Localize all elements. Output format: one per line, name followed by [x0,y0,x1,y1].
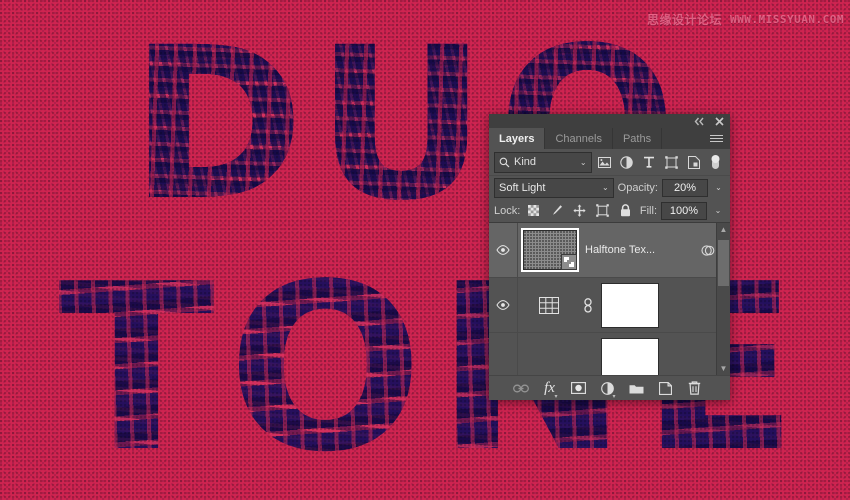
lock-artboard-nesting-icon[interactable] [593,202,612,220]
collapse-panel-icon[interactable] [694,116,705,127]
opacity-input[interactable]: 20% [662,178,708,197]
layer-mask-link-icon[interactable] [575,297,601,313]
lock-all-padlock-icon[interactable] [616,202,635,220]
scroll-down-arrow-icon[interactable]: ▼ [717,362,730,375]
close-icon[interactable] [714,116,725,127]
chevron-down-icon[interactable]: ▾ [554,393,557,400]
blend-mode-row[interactable]: Soft Light ⌄ Opacity: 20% ⌄ [489,176,730,199]
layer-style-button[interactable]: fx ▾ [541,379,559,400]
layers-list[interactable]: Halftone Tex... ⌄ [489,223,730,375]
watermark: 思缘设计论坛 WWW.MISSYUAN.COM [647,11,844,28]
watermark-site-name: 思缘设计论坛 [647,13,723,27]
layer-filter-row[interactable]: Kind ⌄ [489,149,730,176]
filter-kind-label: Kind [514,156,537,168]
layer-mask-thumbnail[interactable] [601,337,659,375]
scroll-track[interactable] [717,236,730,362]
search-icon [499,157,510,168]
filter-pixel-layers-icon[interactable] [596,153,614,172]
new-layer-button[interactable] [657,379,675,397]
filter-smart-objects-icon[interactable] [685,153,703,172]
layer-mask-thumbnail[interactable] [601,282,659,328]
panel-menu-icon[interactable] [706,128,730,149]
lock-image-pixels-brush-icon[interactable] [547,202,566,220]
lock-position-move-icon[interactable] [570,202,589,220]
opacity-label: Opacity: [617,181,658,194]
filter-type-layers-icon[interactable] [640,153,658,172]
tab-layers[interactable]: Layers [489,128,546,149]
fill-input[interactable]: 100% [661,201,707,220]
lock-transparent-pixels-icon[interactable] [524,202,543,220]
blend-mode-value: Soft Light [499,181,546,194]
add-layer-mask-button[interactable] [570,379,588,397]
fill-chevron-down-icon[interactable]: ⌄ [711,202,725,220]
layer-thumbnail[interactable] [521,228,579,272]
panel-titlebar [489,114,730,128]
layers-scrollbar[interactable]: ▲ ▼ [716,223,730,375]
photoshop-screenshot: DUO TONE 思缘设计论坛 WWW.MISSYUAN.COM Layers … [0,0,850,500]
layer-visibility-toggle[interactable] [489,223,518,277]
panel-tabs[interactable]: Layers Channels Paths [489,128,730,149]
table-row[interactable] [489,278,730,333]
table-row[interactable] [489,333,730,375]
watermark-url: WWW.MISSYUAN.COM [730,13,844,26]
opacity-chevron-down-icon[interactable]: ⌄ [712,179,725,197]
layer-visibility-toggle[interactable] [489,333,518,375]
layers-panel[interactable]: Layers Channels Paths Kind ⌄ Soft Light … [489,114,730,400]
chevron-down-icon[interactable]: ⌄ [580,158,587,167]
lock-row[interactable]: Lock: Fill: 100% ⌄ [489,199,730,223]
scroll-up-arrow-icon[interactable]: ▲ [717,223,730,236]
layers-panel-footer[interactable]: fx ▾ ▾ [489,375,730,400]
filter-kind-select[interactable]: Kind ⌄ [494,151,592,173]
pattern-fill-thumbnail[interactable] [523,296,575,314]
filter-adjustment-layers-icon[interactable] [618,153,636,172]
lock-label: Lock: [494,204,521,217]
delete-layer-button[interactable] [686,379,704,397]
tab-paths[interactable]: Paths [613,128,663,149]
link-layers-button[interactable] [512,379,530,397]
scroll-thumb[interactable] [718,240,729,286]
filter-shape-layers-icon[interactable] [662,153,680,172]
filter-enable-toggle[interactable] [707,153,725,172]
chevron-down-icon[interactable]: ⌄ [602,183,609,192]
tab-channels[interactable]: Channels [545,128,613,149]
layer-name[interactable]: Halftone Tex... [585,244,655,256]
new-group-button[interactable] [628,379,646,397]
fill-label: Fill: [639,204,657,217]
new-adjustment-layer-button[interactable]: ▾ [599,379,617,400]
chevron-down-icon[interactable]: ▾ [612,393,615,400]
blend-mode-select[interactable]: Soft Light ⌄ [494,177,614,198]
table-row[interactable]: Halftone Tex... ⌄ [489,223,730,278]
smart-object-badge-icon [561,254,577,270]
layer-visibility-toggle[interactable] [489,278,518,332]
